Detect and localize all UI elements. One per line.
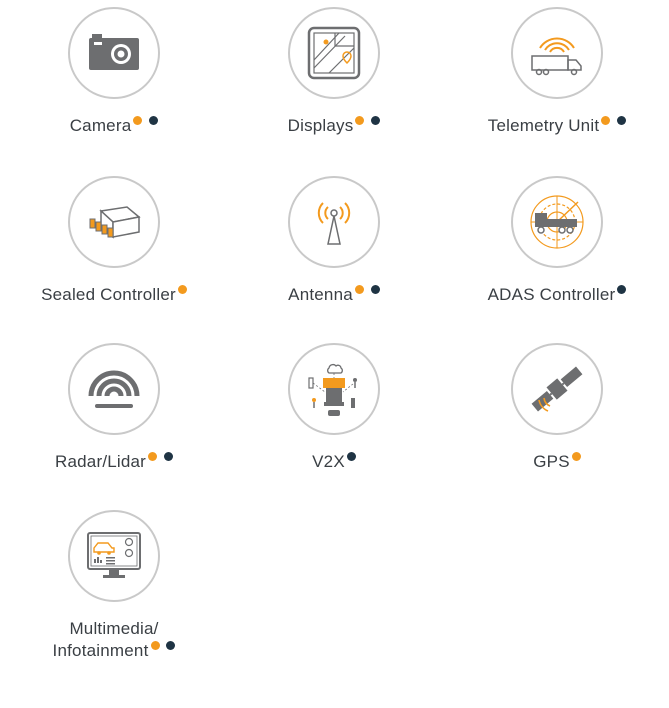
item-gps: GPS (457, 343, 657, 473)
orange-dot (571, 452, 581, 461)
orange-dot (133, 116, 143, 125)
orange-dot (150, 641, 160, 650)
item-label: Sealed Controller (14, 284, 214, 306)
map-display-icon (288, 7, 380, 99)
navy-dot (346, 452, 356, 461)
antenna-icon (288, 176, 380, 268)
item-label: Multimedia/ Infotainment (14, 618, 214, 662)
adas-truck-radar-icon (511, 176, 603, 268)
satellite-icon (511, 343, 603, 435)
item-label: Radar/Lidar (14, 451, 214, 473)
orange-dot (354, 285, 364, 294)
item-radar-lidar: Radar/Lidar (14, 343, 214, 473)
item-label: Displays (234, 115, 434, 137)
v2x-icon (288, 343, 380, 435)
navy-dot (166, 641, 176, 650)
navy-dot (163, 452, 173, 461)
item-camera: Camera (14, 7, 214, 137)
item-adas-controller: ADAS Controller (457, 176, 657, 306)
orange-dot (601, 116, 611, 125)
item-sealed-controller: Sealed Controller (14, 176, 214, 306)
orange-dot (148, 452, 158, 461)
navy-dot (370, 285, 380, 294)
item-v2x: V2X (234, 343, 434, 473)
navy-dot (617, 116, 627, 125)
item-telemetry-unit: Telemetry Unit (457, 7, 657, 137)
item-multimedia-infotainment: Multimedia/ Infotainment (14, 510, 214, 662)
orange-dot (177, 285, 187, 294)
item-displays: Displays (234, 7, 434, 137)
item-antenna: Antenna (234, 176, 434, 306)
navy-dot (149, 116, 159, 125)
navy-dot (617, 285, 627, 294)
camera-icon (68, 7, 160, 99)
item-label: GPS (457, 451, 657, 473)
item-label: Camera (14, 115, 214, 137)
item-label: Telemetry Unit (457, 115, 657, 137)
item-label: ADAS Controller (457, 284, 657, 306)
sealed-controller-icon (68, 176, 160, 268)
navy-dot (371, 116, 381, 125)
orange-dot (355, 116, 365, 125)
item-label: Antenna (234, 284, 434, 306)
telemetry-truck-icon (511, 7, 603, 99)
infotainment-monitor-icon (68, 510, 160, 602)
item-label: V2X (234, 451, 434, 473)
radar-icon (68, 343, 160, 435)
